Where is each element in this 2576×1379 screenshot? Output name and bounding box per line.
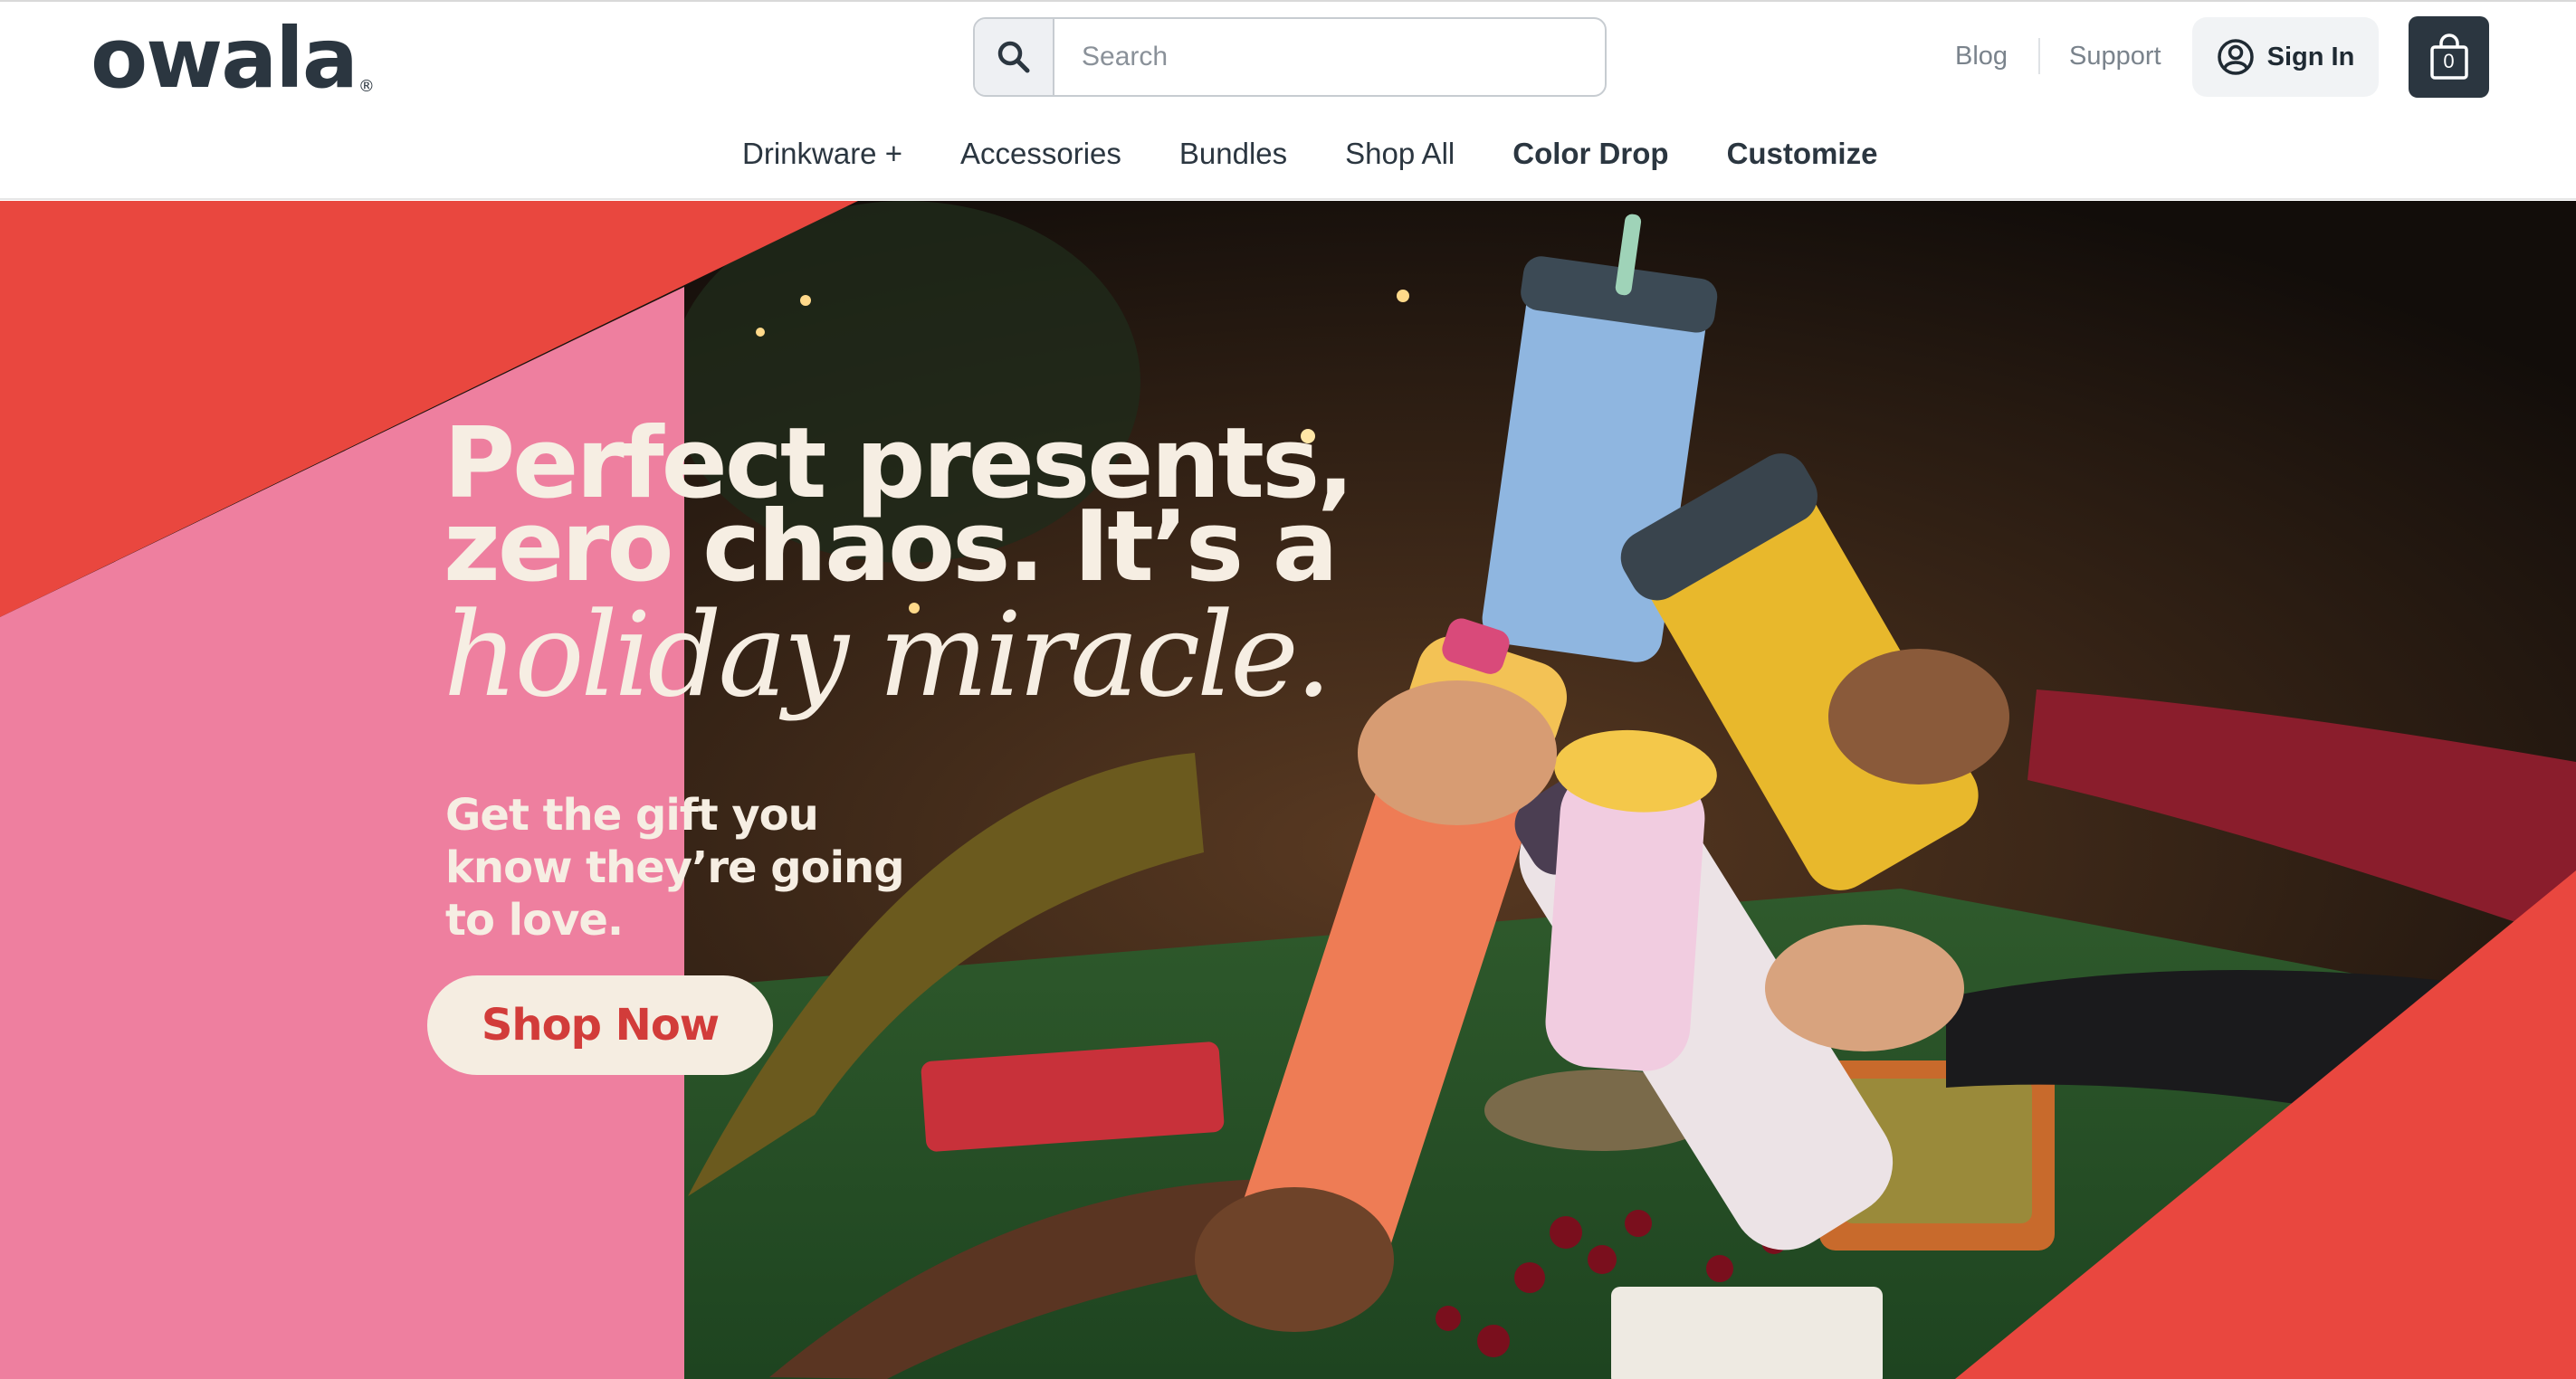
nav-customize[interactable]: Customize: [1698, 134, 1907, 174]
nav-shop-all[interactable]: Shop All: [1316, 134, 1484, 174]
hero-subhead: Get the gift you know they’re going to l…: [445, 790, 905, 946]
owala-logo[interactable]: owala ®: [91, 10, 375, 107]
nav-bundles[interactable]: Bundles: [1150, 134, 1316, 174]
hero-headline: Perfect presents, zero chaos. It’s a hol…: [444, 415, 1354, 728]
nav-drinkware[interactable]: Drinkware +: [713, 134, 931, 174]
logo-text: owala: [91, 10, 358, 107]
search-button[interactable]: [975, 19, 1054, 95]
hero-banner: Perfect presents, zero chaos. It’s a hol…: [0, 201, 2576, 1379]
cart-count: 0: [2443, 50, 2455, 72]
site-header: owala ® Blog Support Sign In 0: [0, 2, 2576, 200]
search-input[interactable]: [1054, 19, 1605, 95]
search-icon: [997, 41, 1030, 73]
headline-script: holiday miracle.: [444, 588, 1332, 723]
hero-image: [0, 201, 2576, 1379]
main-nav: Drinkware + Accessories Bundles Shop All…: [713, 134, 1906, 174]
link-divider: [2038, 38, 2040, 74]
shopping-bag-icon: 0: [2428, 33, 2470, 81]
nav-color-drop[interactable]: Color Drop: [1484, 134, 1697, 174]
headline-line-2: zero chaos. It’s a: [444, 490, 1339, 604]
sign-in-label: Sign In: [2266, 42, 2355, 71]
registered-mark: ®: [358, 77, 375, 96]
user-circle-icon: [2217, 39, 2254, 75]
blog-link[interactable]: Blog: [1955, 38, 2008, 74]
nav-accessories[interactable]: Accessories: [931, 134, 1150, 174]
support-link[interactable]: Support: [2069, 38, 2161, 74]
sign-in-button[interactable]: Sign In: [2192, 17, 2379, 97]
cart-button[interactable]: 0: [2409, 16, 2489, 98]
shop-now-button[interactable]: Shop Now: [427, 975, 773, 1075]
search-bar: [973, 17, 1607, 97]
shop-now-label: Shop Now: [481, 1000, 720, 1051]
